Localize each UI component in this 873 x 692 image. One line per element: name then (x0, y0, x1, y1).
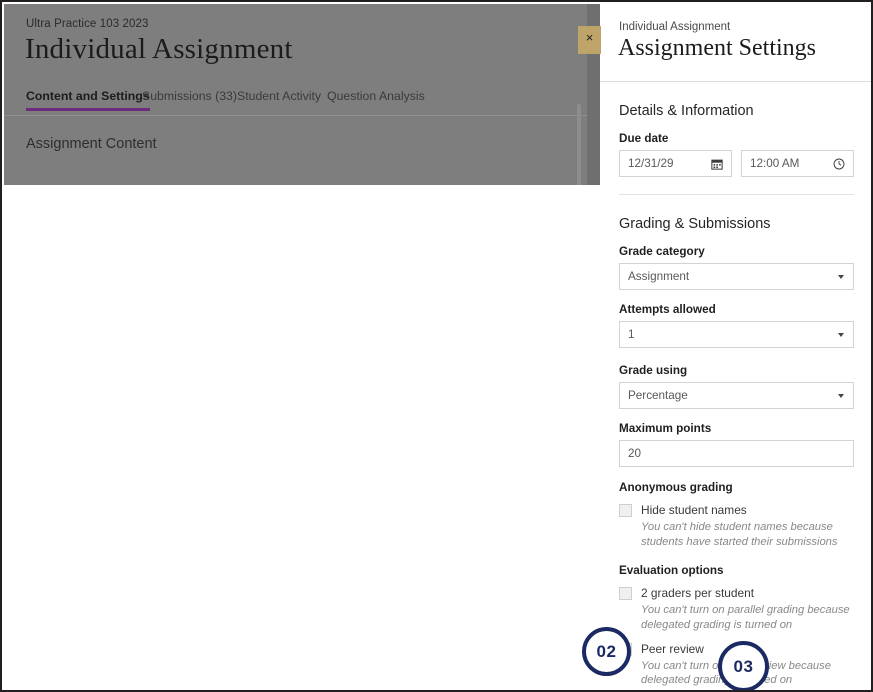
panel-eyebrow: Individual Assignment (619, 21, 731, 33)
due-date-value: 12/31/29 (628, 157, 674, 170)
course-name: Ultra Practice 103 2023 (26, 18, 149, 30)
two-graders-helper-text: You can't turn on parallel grading becau… (641, 603, 850, 631)
chevron-down-icon (838, 274, 844, 279)
section-divider (619, 194, 854, 195)
backdrop-scrollbar[interactable] (577, 104, 581, 185)
two-graders-checkbox (619, 586, 632, 600)
maximum-points-value: 20 (628, 447, 642, 460)
tab-bar: Content and Settings Submissions (33) St… (4, 84, 587, 116)
due-time-input[interactable]: 12:00 AM (741, 150, 854, 177)
grade-using-select[interactable]: Percentage (619, 382, 854, 409)
two-graders-row: 2 graders per student (619, 586, 854, 600)
hide-student-names-label: Hide student names (641, 503, 747, 517)
evaluation-options-heading: Evaluation options (619, 563, 724, 577)
due-date-row: 12/31/29 12:00 AM (619, 150, 854, 177)
course-page-content: Ultra Practice 103 2023 Individual Assig… (4, 4, 587, 185)
chevron-down-icon (838, 332, 844, 337)
callout-badge-03: 03 (718, 641, 769, 690)
close-panel-button[interactable]: × (578, 26, 601, 54)
tab-content-and-settings[interactable]: Content and Settings (26, 89, 150, 111)
grade-category-select[interactable]: Assignment (619, 263, 854, 290)
clock-icon[interactable] (833, 158, 845, 170)
grade-using-label: Grade using (619, 364, 688, 377)
attempts-allowed-select[interactable]: 1 (619, 321, 854, 348)
tab-student-activity[interactable]: Student Activity (237, 89, 321, 103)
peer-review-label: Peer review (641, 641, 704, 656)
details-section-heading: Details & Information (619, 103, 754, 119)
grade-using-value: Percentage (628, 389, 688, 402)
close-button-tail (578, 49, 601, 54)
hide-student-names-row: Hide student names (619, 503, 854, 517)
attempts-allowed-value: 1 (628, 328, 635, 341)
attempts-allowed-label: Attempts allowed (619, 303, 716, 316)
panel-title: Assignment Settings (618, 35, 817, 61)
hide-student-names-helper-text: You can't hide student names because stu… (641, 521, 838, 548)
chevron-down-icon (838, 393, 844, 398)
maximum-points-label: Maximum points (619, 422, 712, 435)
assignment-settings-panel: Individual Assignment Assignment Setting… (600, 4, 871, 690)
calendar-icon[interactable] (711, 158, 723, 170)
due-time-value: 12:00 AM (750, 157, 800, 170)
due-date-label: Due date (619, 132, 669, 145)
panel-header: Individual Assignment Assignment Setting… (600, 4, 871, 82)
due-date-input[interactable]: 12/31/29 (619, 150, 732, 177)
grading-section-heading: Grading & Submissions (619, 216, 771, 232)
grade-category-label: Grade category (619, 245, 705, 258)
tab-question-analysis[interactable]: Question Analysis (327, 89, 425, 103)
grade-category-value: Assignment (628, 270, 690, 283)
assignment-content-heading: Assignment Content (26, 136, 157, 152)
panel-body: Details & Information Due date 12/31/29 (600, 103, 871, 690)
anonymous-grading-heading: Anonymous grading (619, 481, 733, 494)
hide-student-names-checkbox (619, 504, 632, 517)
screenshot-root: Ultra Practice 103 2023 Individual Assig… (0, 0, 873, 692)
page-title: Individual Assignment (25, 33, 293, 65)
two-graders-label: 2 graders per student (641, 585, 755, 600)
tab-submissions[interactable]: Submissions (33) (142, 89, 237, 103)
course-page-backdrop: Ultra Practice 103 2023 Individual Assig… (4, 4, 600, 185)
callout-badge-02: 02 (582, 627, 631, 676)
close-icon: × (585, 30, 594, 45)
maximum-points-input[interactable]: 20 (619, 440, 854, 467)
